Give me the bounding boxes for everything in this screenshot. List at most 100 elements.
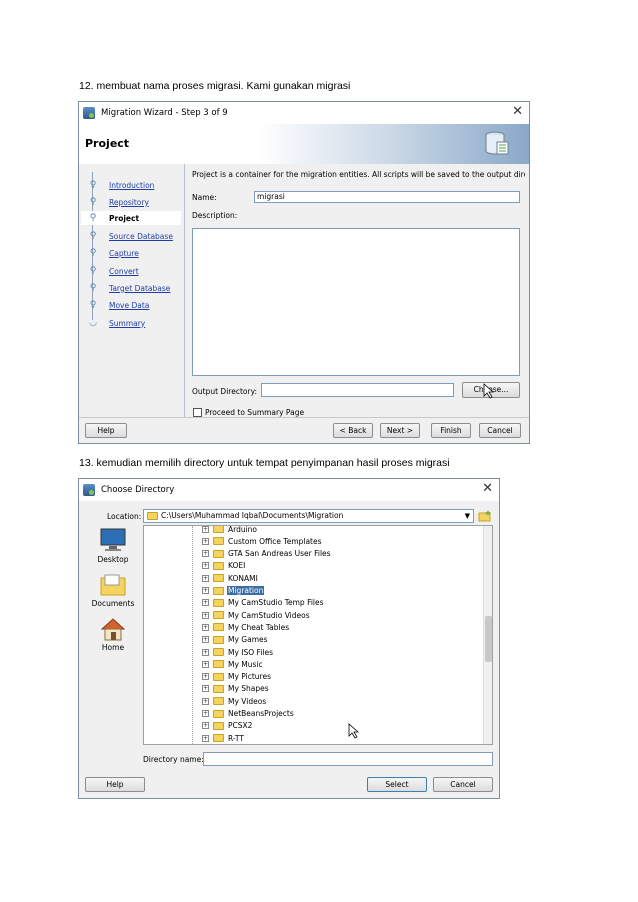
expand-icon[interactable]: +: [202, 574, 209, 582]
tree-folder-item[interactable]: + NetBeansProjects: [202, 708, 295, 720]
expand-icon[interactable]: +: [202, 648, 209, 656]
folder-tree[interactable]: + Arduino + Custom Office Templates + GTA San…: [143, 525, 493, 745]
tree-folder-item[interactable]: + My ISO Files: [202, 646, 274, 658]
expand-icon[interactable]: +: [202, 722, 209, 730]
tree-folder-item[interactable]: + GTA San Andreas User Files: [202, 548, 332, 560]
output-directory-input[interactable]: [261, 383, 454, 397]
tree-folder-item[interactable]: + KOEI: [202, 560, 246, 572]
place-documents[interactable]: Documents: [85, 573, 141, 608]
folder-icon: [213, 697, 224, 706]
tree-folder-item[interactable]: + PCSX2: [202, 720, 253, 732]
place-home[interactable]: Home: [85, 617, 141, 652]
expand-icon[interactable]: +: [202, 673, 209, 681]
help-button[interactable]: Help: [85, 777, 145, 792]
directory-name-input[interactable]: [203, 752, 493, 766]
tree-folder-item[interactable]: + Arduino: [202, 526, 258, 535]
tree-folder-label: Custom Office Templates: [228, 536, 322, 546]
cancel-button[interactable]: Cancel: [479, 423, 521, 438]
location-combobox[interactable]: C:\Users\Muhammad Iqbal\Documents\Migrat…: [143, 509, 474, 523]
expand-icon[interactable]: +: [202, 562, 209, 570]
close-icon[interactable]: ✕: [482, 481, 493, 496]
folder-icon: [213, 672, 224, 681]
step-repository[interactable]: ⚲ Repository: [87, 195, 149, 209]
expand-icon[interactable]: +: [202, 526, 209, 533]
select-button[interactable]: Select: [367, 777, 427, 792]
expand-icon[interactable]: +: [202, 599, 209, 607]
expand-icon[interactable]: +: [202, 697, 209, 705]
tree-folder-item[interactable]: + R-TT: [202, 732, 245, 744]
tree-folder-item[interactable]: + Migration: [202, 585, 265, 597]
mouse-cursor-icon: [483, 383, 495, 399]
folder-icon: [213, 684, 224, 693]
step-icon: ⚲: [89, 266, 97, 276]
step-icon: ⚲: [89, 197, 97, 207]
folder-icon: [213, 635, 224, 644]
next-button[interactable]: Next >: [380, 423, 420, 438]
tree-folder-label: My ISO Files: [228, 647, 274, 657]
expand-icon[interactable]: +: [202, 623, 209, 631]
step-icon: ⚲: [89, 213, 97, 223]
choose-directory-window: Choose Directory ✕ Location: C:\Users\Mu…: [78, 478, 500, 799]
tree-folder-label: My Videos: [228, 696, 267, 706]
tree-folder-item[interactable]: + My CamStudio Videos: [202, 609, 311, 621]
vertical-scrollbar[interactable]: [483, 526, 492, 744]
folder-icon: [213, 611, 224, 620]
expand-icon[interactable]: +: [202, 636, 209, 644]
wizard-button-bar: Help < Back Next > Finish Cancel: [79, 417, 529, 443]
tree-guide-line: [192, 526, 193, 744]
tree-folder-item[interactable]: + My Cheat Tables: [202, 621, 290, 633]
scrollbar-thumb[interactable]: [485, 616, 492, 662]
output-directory-label: Output Directory:: [192, 387, 257, 396]
step-icon: ♀: [89, 300, 97, 310]
folder-icon: [213, 574, 224, 583]
expand-icon[interactable]: +: [202, 734, 209, 742]
app-icon: [83, 484, 95, 496]
step-icon: ◡: [89, 318, 97, 328]
description-label: Description:: [192, 211, 238, 220]
back-button[interactable]: < Back: [333, 423, 373, 438]
wizard-steps-panel: ♀ Introduction ⚲ Repository ⚲ Project ⚲ Sour…: [79, 164, 185, 417]
expand-icon[interactable]: +: [202, 550, 209, 558]
project-description-text: Project is a container for the migration…: [192, 170, 525, 179]
tree-folder-item[interactable]: + Custom Office Templates: [202, 535, 323, 547]
name-input[interactable]: migrasi: [254, 191, 520, 203]
tree-folder-item[interactable]: + My Shapes: [202, 683, 270, 695]
step-capture[interactable]: ⚲ Capture: [87, 246, 139, 260]
folder-icon: [213, 561, 224, 570]
expand-icon[interactable]: +: [202, 685, 209, 693]
tree-folder-label: My Cheat Tables: [228, 622, 290, 632]
expand-icon[interactable]: +: [202, 710, 209, 717]
tree-folder-label: PCSX2: [228, 721, 253, 731]
location-value: C:\Users\Muhammad Iqbal\Documents\Migrat…: [161, 511, 344, 520]
expand-icon[interactable]: +: [202, 611, 209, 619]
step-introduction[interactable]: ♀ Introduction: [87, 178, 155, 192]
description-textarea[interactable]: [192, 228, 520, 376]
step-project[interactable]: ⚲ Project: [81, 211, 181, 225]
step-summary[interactable]: ◡ Summary: [87, 316, 145, 330]
tree-folder-item[interactable]: + My Music: [202, 658, 264, 670]
close-icon[interactable]: ✕: [512, 104, 523, 119]
expand-icon[interactable]: +: [202, 537, 209, 545]
step-source-database[interactable]: ⚲ Source Database: [87, 229, 173, 243]
tree-folder-item[interactable]: + My Pictures: [202, 671, 272, 683]
cancel-button[interactable]: Cancel: [433, 777, 493, 792]
step-move-data[interactable]: ♀ Move Data: [87, 298, 150, 312]
banner-title: Project: [85, 137, 130, 150]
proceed-checkbox[interactable]: [193, 408, 202, 417]
expand-icon[interactable]: +: [202, 587, 209, 594]
finish-button[interactable]: Finish: [431, 423, 471, 438]
place-desktop[interactable]: Desktop: [85, 527, 141, 564]
tree-folder-item[interactable]: + KONAMI: [202, 572, 259, 584]
migration-wizard-window: Migration Wizard - Step 3 of 9 ✕ Project…: [78, 101, 530, 444]
new-folder-icon[interactable]: [478, 509, 492, 523]
expand-icon[interactable]: +: [202, 660, 209, 668]
wizard-content: Project is a container for the migration…: [186, 164, 529, 417]
tree-folder-label: KOEI: [228, 561, 246, 571]
tree-folder-item[interactable]: + My CamStudio Temp Files: [202, 597, 325, 609]
step-target-database[interactable]: ⚲ Target Database: [87, 281, 171, 295]
step-convert[interactable]: ⚲ Convert: [87, 264, 139, 278]
tree-folder-item[interactable]: + My Games: [202, 634, 269, 646]
location-label: Location:: [107, 512, 142, 521]
help-button[interactable]: Help: [85, 423, 127, 438]
tree-folder-item[interactable]: + My Videos: [202, 695, 267, 707]
